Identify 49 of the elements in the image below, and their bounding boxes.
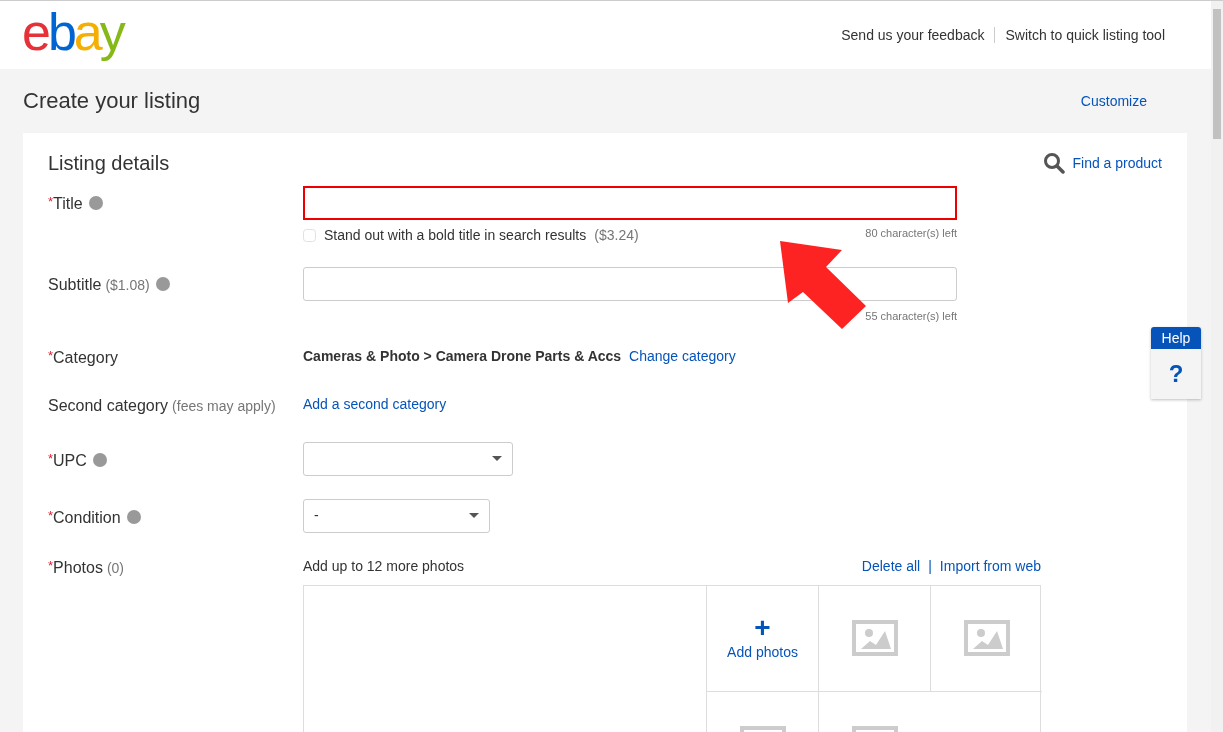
info-icon[interactable] (92, 452, 107, 467)
subtitle-input[interactable] (303, 267, 957, 301)
fee-note: ($3.24) (594, 226, 639, 245)
header-link[interactable]: Send us your feedback (841, 24, 985, 46)
scrollbar[interactable] (1211, 1, 1223, 732)
page-title: Create your listing (23, 87, 201, 115)
separator: | (928, 556, 932, 576)
checkbox-label: Stand out with a bold title in search results (324, 226, 587, 245)
info-icon[interactable] (126, 509, 141, 524)
search-icon[interactable] (1042, 152, 1065, 174)
required-mark: * (48, 557, 54, 573)
dropdown[interactable]: - (303, 498, 490, 533)
photo-action-link[interactable]: Delete all (861, 555, 921, 577)
header-link[interactable]: Switch to quick listing tool (1005, 24, 1165, 46)
photo-action-link[interactable]: Import from web (939, 555, 1041, 577)
field-label: Category (53, 348, 118, 366)
field-label: Photos (53, 558, 103, 576)
add-category-link[interactable]: Add a second category (303, 395, 447, 412)
field-label: Subtitle (48, 276, 102, 293)
character-counter: 55 character(s) left (865, 309, 957, 324)
required-mark: * (48, 194, 54, 209)
caret-icon (469, 513, 479, 518)
field-label: Condition (53, 508, 121, 526)
field-label: Title (53, 195, 83, 212)
find-product-link[interactable]: Find a product (1072, 152, 1162, 174)
help-button[interactable]: Help ? (1151, 327, 1201, 399)
title-input[interactable] (303, 186, 957, 220)
info-icon[interactable] (88, 196, 103, 210)
image-placeholder-icon (963, 620, 1010, 656)
dropdown[interactable] (303, 441, 513, 476)
field-label: UPC (53, 451, 87, 469)
required-mark: * (48, 450, 54, 466)
fee-note: (0) (106, 559, 124, 576)
required-mark: * (48, 347, 54, 363)
fee-note: ($1.08) (105, 277, 150, 293)
field-label: Second category (48, 396, 169, 414)
character-counter: 80 character(s) left (865, 226, 957, 241)
fee-note: (fees may apply) (172, 397, 276, 414)
customize-link[interactable]: Customize (1080, 90, 1147, 112)
info-icon[interactable] (155, 277, 170, 291)
checkbox[interactable] (303, 229, 316, 242)
caret-icon (492, 456, 502, 461)
category-path: Cameras & Photo > Camera Drone Parts & Accs (303, 347, 622, 364)
add-photos-button[interactable]: + Add photos (727, 613, 798, 663)
section-title: Listing details (48, 151, 170, 175)
image-placeholder-icon (851, 620, 898, 656)
change-category-link[interactable]: Change category (629, 347, 736, 364)
photos-hint: Add up to 12 more photos (303, 556, 465, 576)
required-mark: * (48, 507, 54, 523)
